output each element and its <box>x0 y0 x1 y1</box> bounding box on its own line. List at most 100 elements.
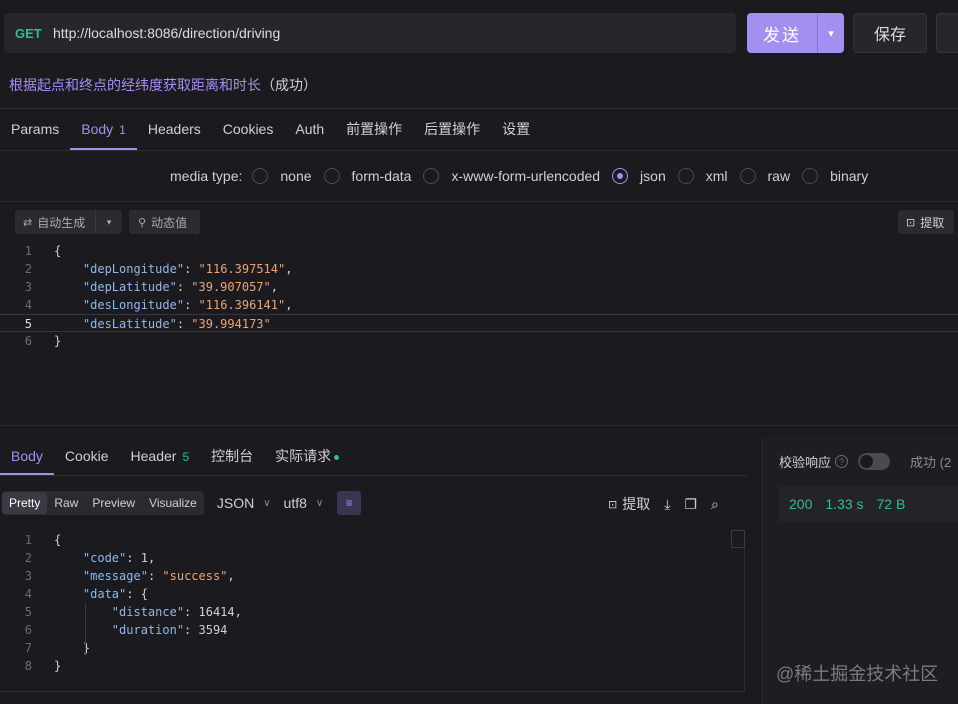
code-token: , <box>227 569 235 583</box>
dynamic-value-button[interactable]: ⚲ 动态值 <box>129 210 200 234</box>
response-tab-3[interactable]: 控制台 <box>200 437 264 475</box>
tab-label: Params <box>11 121 60 137</box>
encoding-select[interactable]: utf8 ∨ <box>284 495 324 511</box>
copy-icon[interactable]: ❐ <box>684 496 697 513</box>
media-type-options: none form-data x-www-form-urlencoded json xm… <box>252 168 880 184</box>
request-description: 根据起点和终点的经纬度获取距离和时长（成功） <box>9 75 317 95</box>
tab-1[interactable]: Body 1 <box>70 110 137 150</box>
radio-button[interactable] <box>739 168 756 184</box>
chevron-down-icon[interactable]: ▾ <box>817 13 844 53</box>
response-body-editor[interactable]: 1{2 "code": 1, 3 "message": "success", 4 "… <box>0 531 745 675</box>
line-number: 5 <box>24 605 32 619</box>
send-label: 发送 <box>763 25 801 45</box>
code-token: "distance" <box>111 605 185 619</box>
media-option-none[interactable]: none <box>252 168 312 184</box>
response-stats: 200 1.33 s 72 B <box>779 486 958 522</box>
media-option-x-www-form-urlencoded[interactable]: x-www-form-urlencoded <box>423 168 600 184</box>
code-line: 5 "distance": 16414, <box>0 603 745 621</box>
tab-2[interactable]: Headers <box>137 110 212 150</box>
response-tab-1[interactable]: Cookie <box>54 437 120 475</box>
divider <box>0 475 748 476</box>
verify-label: 校验响应 <box>779 455 832 470</box>
media-option-xml[interactable]: xml <box>677 168 728 184</box>
url-input[interactable] <box>53 25 693 41</box>
media-option-json[interactable]: json <box>612 168 666 184</box>
line-number: 6 <box>24 334 32 348</box>
code-token: "data" <box>82 587 127 601</box>
tab-6[interactable]: 后置操作 <box>413 110 491 150</box>
radio-button[interactable] <box>802 168 819 184</box>
media-option-raw[interactable]: raw <box>739 168 790 184</box>
more-button[interactable] <box>936 13 958 53</box>
code-token: : <box>184 298 199 312</box>
code-token: { <box>54 244 62 258</box>
radio-button[interactable] <box>677 168 694 184</box>
radio-button[interactable] <box>323 168 340 184</box>
extract-response-button[interactable]: ⊡ 提取 <box>608 494 650 514</box>
code-token: , <box>285 298 293 312</box>
tab-0[interactable]: Params <box>0 110 70 150</box>
send-button[interactable]: 发送 ▾ <box>747 13 844 53</box>
code-line: 7 } <box>0 639 745 657</box>
divider <box>0 150 958 151</box>
response-toolbar: Pretty Raw Preview Visualize JSON ∨ utf8 ∨ ≡ <box>2 491 362 515</box>
request-body-editor[interactable]: 1{2 "depLongitude": "116.397514", 3 "depL… <box>0 242 958 350</box>
view-raw[interactable]: Raw <box>47 496 85 510</box>
code-token: : { <box>126 587 148 601</box>
tab-3[interactable]: Cookies <box>212 110 285 150</box>
tab-7[interactable]: 设置 <box>491 110 541 150</box>
code-text: "data": { <box>32 585 148 603</box>
code-text: "desLatitude": "39.994173" <box>32 315 271 331</box>
response-tab-0[interactable]: Body <box>0 437 54 475</box>
code-token: "depLatitude" <box>82 280 177 294</box>
media-option-binary[interactable]: binary <box>802 168 868 184</box>
code-token: "desLatitude" <box>82 317 177 331</box>
url-bar: GET <box>4 13 736 53</box>
code-token: { <box>54 533 62 547</box>
chevron-down-icon: ∨ <box>315 497 324 509</box>
save-button[interactable]: 保存 <box>853 13 927 53</box>
extract-button[interactable]: ⊡ 提取 <box>898 210 954 234</box>
code-line: 3 "message": "success", <box>0 567 745 585</box>
chevron-down-icon[interactable]: ▾ <box>95 210 122 234</box>
radio-button[interactable] <box>612 168 629 184</box>
code-text: "message": "success", <box>32 567 235 585</box>
code-token: "duration" <box>111 623 185 637</box>
search-icon[interactable]: ⌕ <box>711 496 719 513</box>
tab-4[interactable]: Auth <box>284 110 335 150</box>
view-pretty[interactable]: Pretty <box>2 492 48 514</box>
view-visualize[interactable]: Visualize <box>142 496 204 510</box>
media-option-form-data[interactable]: form-data <box>323 168 411 184</box>
scrollbar[interactable] <box>731 530 745 548</box>
code-token: , <box>270 280 278 294</box>
radio-button[interactable] <box>252 168 269 184</box>
format-select[interactable]: JSON ∨ <box>217 495 271 511</box>
request-status: （成功） <box>261 77 317 93</box>
method-select[interactable]: GET <box>15 26 53 41</box>
line-number: 4 <box>24 587 32 601</box>
tab-5[interactable]: 前置操作 <box>335 110 413 150</box>
media-type-label: media type: <box>170 168 243 184</box>
wrap-lines-icon[interactable]: ≡ <box>337 491 362 515</box>
help-icon[interactable]: ? <box>835 455 849 468</box>
dynamic-value-label: 动态值 <box>151 215 188 230</box>
response-actions: ⊡ 提取 ⤓ ❐ ⌕ <box>608 493 733 515</box>
view-preview[interactable]: Preview <box>85 496 142 510</box>
line-number: 7 <box>24 641 32 655</box>
code-token: } <box>54 334 62 348</box>
auto-generate-button[interactable]: ⇄ 自动生成 ▾ <box>15 210 122 234</box>
radio-button[interactable] <box>423 168 440 184</box>
download-icon[interactable]: ⤓ <box>664 496 670 513</box>
line-number: 3 <box>24 280 32 294</box>
code-text: "duration": 3594 <box>32 621 228 639</box>
indent-guide <box>85 603 86 657</box>
response-tab-2[interactable]: Header 5 <box>120 437 201 475</box>
response-tab-4[interactable]: 实际请求 <box>264 437 350 475</box>
verify-toggle[interactable] <box>858 453 891 470</box>
